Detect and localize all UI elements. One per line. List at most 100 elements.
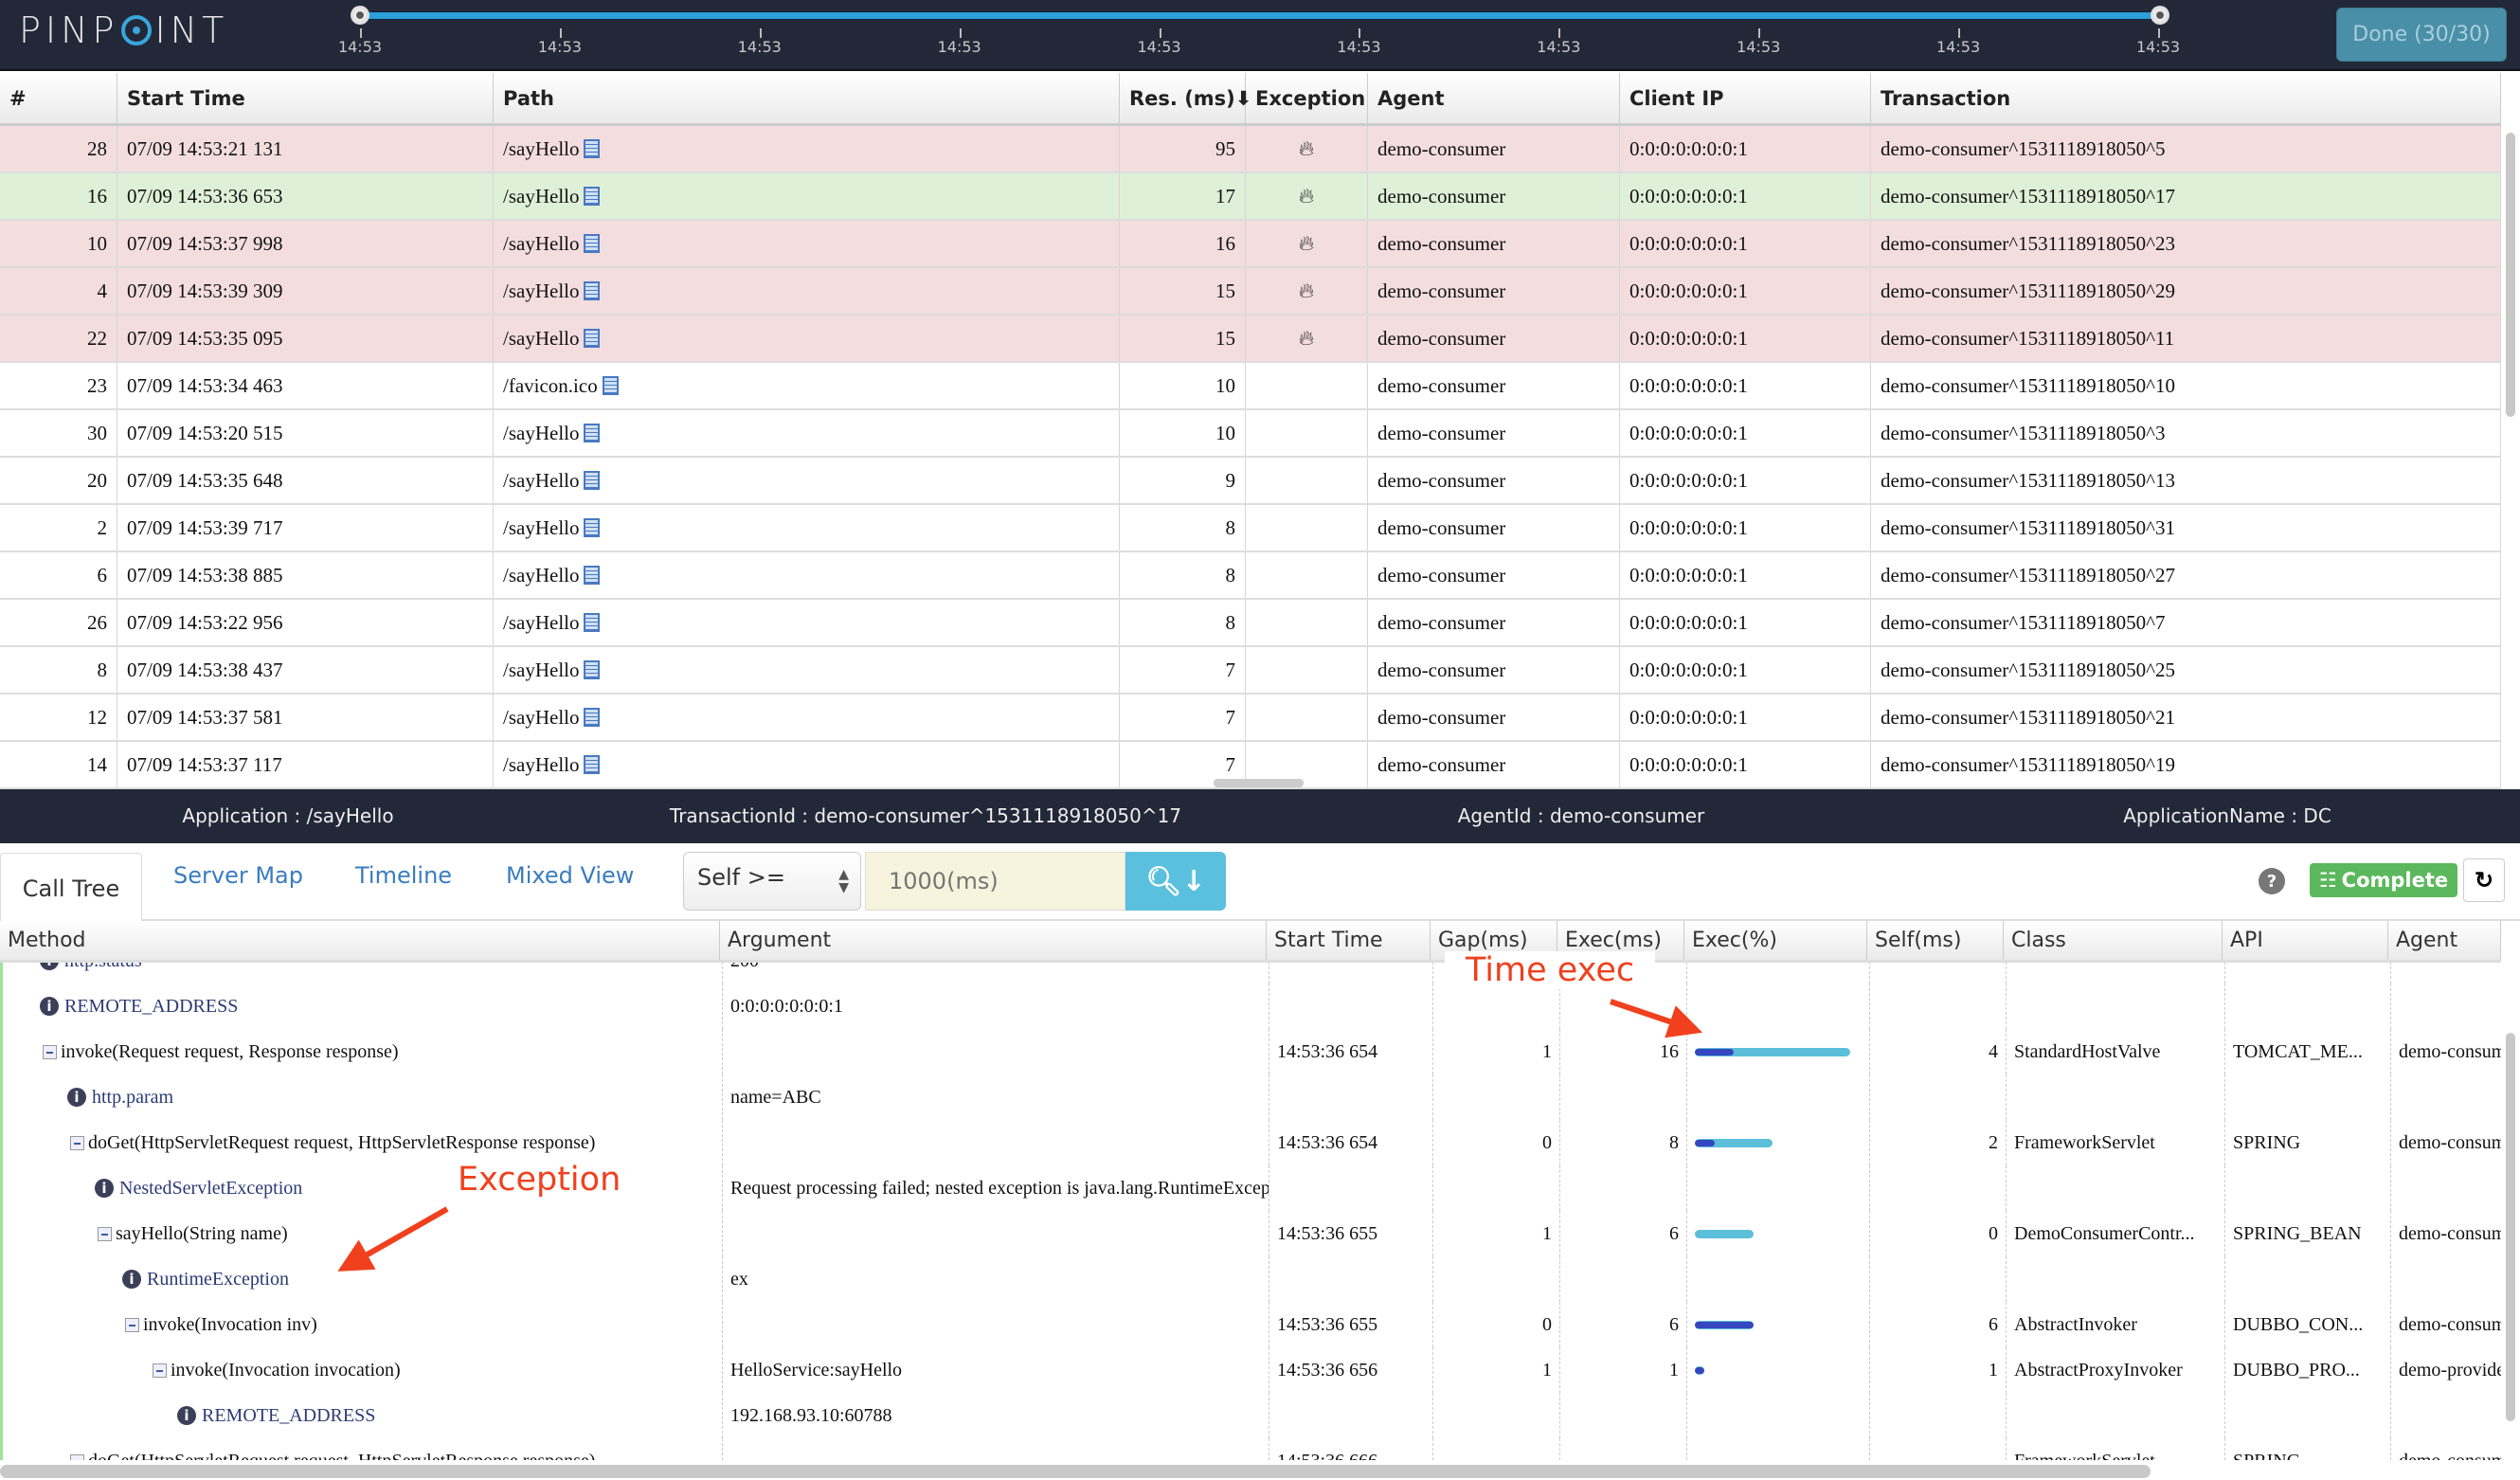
cell-transaction[interactable]: demo-consumer^1531118918050^31 xyxy=(1871,505,2501,550)
complete-button[interactable]: ☷ Complete xyxy=(2310,863,2457,897)
document-icon[interactable] xyxy=(584,613,601,632)
document-icon[interactable] xyxy=(584,471,601,490)
column-header[interactable]: # xyxy=(0,73,117,123)
filter-mode-select[interactable]: Self >= ▲ ▼ xyxy=(683,852,861,911)
column-header[interactable]: Method xyxy=(0,921,720,960)
call-tree-row[interactable]: doGet(HttpServletRequest request, HttpSe… xyxy=(3,1120,2501,1165)
document-icon[interactable] xyxy=(584,139,601,158)
column-header[interactable]: Start Time xyxy=(117,73,494,123)
column-header[interactable]: Path xyxy=(494,73,1120,123)
column-header[interactable]: Client IP xyxy=(1620,73,1871,123)
column-header[interactable]: Exception xyxy=(1246,73,1368,123)
cell-path[interactable]: /sayHello xyxy=(494,458,1120,503)
document-icon[interactable] xyxy=(584,708,601,727)
table-row[interactable]: 4 07/09 14:53:39 309/sayHello 15 🔥︎ demo-con… xyxy=(0,268,2501,316)
cell-path[interactable]: /favicon.ico xyxy=(494,363,1120,408)
call-tree-row[interactable]: i http.param name=ABC xyxy=(3,1074,2501,1120)
cell-path[interactable]: /sayHello xyxy=(494,268,1120,314)
call-tree-row[interactable]: invoke(Request request, Response respons… xyxy=(3,1029,2501,1074)
cell-transaction[interactable]: demo-consumer^1531118918050^17 xyxy=(1871,173,2501,219)
cell-path[interactable]: /sayHello xyxy=(494,552,1120,598)
table-row[interactable]: 10 07/09 14:53:37 998/sayHello 16 🔥︎ demo-co… xyxy=(0,221,2501,268)
collapse-toggle-icon[interactable] xyxy=(70,1453,84,1460)
threshold-input[interactable] xyxy=(865,852,1125,911)
column-header[interactable]: Res. (ms) ⬇ xyxy=(1120,73,1251,123)
cell-path[interactable]: /sayHello xyxy=(494,742,1120,787)
column-header[interactable]: API xyxy=(2223,921,2388,960)
table-row[interactable]: 20 07/09 14:53:35 648/sayHello 9 demo-consu… xyxy=(0,458,2501,505)
table-row[interactable]: 22 07/09 14:53:35 095/sayHello 15 🔥︎ demo-co… xyxy=(0,316,2501,363)
collapse-toggle-icon[interactable] xyxy=(98,1226,112,1241)
column-header[interactable]: Argument xyxy=(720,921,1267,960)
table-row[interactable]: 30 07/09 14:53:20 515/sayHello 10 demo-cons… xyxy=(0,410,2501,458)
table-row[interactable]: 23 07/09 14:53:34 463/favicon.ico 10 demo-c… xyxy=(0,363,2501,410)
tab-timeline[interactable]: Timeline xyxy=(355,862,452,889)
cell-transaction[interactable]: demo-consumer^1531118918050^21 xyxy=(1871,695,2501,740)
table-row[interactable]: 16 07/09 14:53:36 653/sayHello 17 🔥︎ demo-co… xyxy=(0,173,2501,221)
cell-transaction[interactable]: demo-consumer^1531118918050^3 xyxy=(1871,410,2501,456)
transaction-list-vertical-scrollbar[interactable] xyxy=(2506,133,2515,417)
document-icon[interactable] xyxy=(584,755,601,774)
cell-path[interactable]: /sayHello xyxy=(494,410,1120,456)
cell-path[interactable]: /sayHello xyxy=(494,173,1120,219)
call-tree-row[interactable]: invoke(Invocation invocation) HelloServic… xyxy=(3,1347,2501,1393)
document-icon[interactable] xyxy=(584,281,601,300)
call-tree-row[interactable]: i NestedServletException Request processin… xyxy=(3,1165,2501,1211)
document-icon[interactable] xyxy=(602,376,619,395)
column-header[interactable]: Exec(%) xyxy=(1684,921,1867,960)
call-tree-row[interactable]: i http.status 200 xyxy=(3,963,2501,984)
slider-handle-end[interactable] xyxy=(2151,6,2169,25)
help-icon[interactable]: ? xyxy=(2259,868,2285,894)
collapse-toggle-icon[interactable] xyxy=(70,1135,84,1150)
collapse-toggle-icon[interactable] xyxy=(153,1363,167,1378)
cell-transaction[interactable]: demo-consumer^1531118918050^10 xyxy=(1871,363,2501,408)
cell-transaction[interactable]: demo-consumer^1531118918050^29 xyxy=(1871,268,2501,314)
cell-path[interactable]: /sayHello xyxy=(494,316,1120,361)
call-tree-row[interactable]: i RuntimeException ex xyxy=(3,1256,2501,1302)
search-next-button[interactable]: 🔍︎↓ xyxy=(1125,852,1226,911)
tab-mixed-view[interactable]: Mixed View xyxy=(506,862,634,889)
table-row[interactable]: 28 07/09 14:53:21 131/sayHello 95 🔥︎ demo-co… xyxy=(0,126,2501,173)
tab-call-tree[interactable]: Call Tree xyxy=(0,853,142,923)
cell-transaction[interactable]: demo-consumer^1531118918050^19 xyxy=(1871,742,2501,787)
cell-transaction[interactable]: demo-consumer^1531118918050^11 xyxy=(1871,316,2501,361)
cell-path[interactable]: /sayHello xyxy=(494,600,1120,645)
transaction-list-horizontal-scrollbar[interactable] xyxy=(1214,779,1304,787)
collapse-toggle-icon[interactable] xyxy=(43,1044,57,1059)
cell-transaction[interactable]: demo-consumer^1531118918050^25 xyxy=(1871,647,2501,693)
table-row[interactable]: 26 07/09 14:53:22 956/sayHello 8 demo-consu… xyxy=(0,600,2501,647)
table-row[interactable]: 8 07/09 14:53:38 437/sayHello 7 demo-consum… xyxy=(0,647,2501,695)
document-icon[interactable] xyxy=(584,329,601,348)
column-header[interactable]: Self(ms) xyxy=(1867,921,2004,960)
collapse-toggle-icon[interactable] xyxy=(125,1317,139,1332)
table-row[interactable]: 6 07/09 14:53:38 885/sayHello 8 demo-consum… xyxy=(0,552,2501,600)
slider-handle-start[interactable] xyxy=(351,6,369,25)
timeline-slider-track[interactable] xyxy=(360,12,2160,19)
cell-transaction[interactable]: demo-consumer^1531118918050^5 xyxy=(1871,126,2501,171)
column-header[interactable]: Agent xyxy=(2388,921,2501,960)
call-tree-row[interactable]: i REMOTE_ADDRESS 0:0:0:0:0:0:0:1 xyxy=(3,984,2501,1029)
call-tree-vertical-scrollbar[interactable] xyxy=(2506,1033,2515,1421)
tab-server-map[interactable]: Server Map xyxy=(173,862,303,889)
call-tree-horizontal-scrollbar[interactable] xyxy=(0,1465,2151,1478)
column-header[interactable]: Agent xyxy=(1368,73,1620,123)
document-icon[interactable] xyxy=(584,566,601,585)
cell-path[interactable]: /sayHello xyxy=(494,505,1120,550)
open-external-icon[interactable]: ↻ xyxy=(2463,858,2505,902)
done-button[interactable]: Done (30/30) xyxy=(2336,8,2507,62)
document-icon[interactable] xyxy=(584,234,601,253)
cell-path[interactable]: /sayHello xyxy=(494,647,1120,693)
table-row[interactable]: 12 07/09 14:53:37 581/sayHello 7 demo-consu… xyxy=(0,695,2501,742)
call-tree-row[interactable]: sayHello(String name) 14:53:36 655 1 6 0 Demo… xyxy=(3,1211,2501,1256)
cell-path[interactable]: /sayHello xyxy=(494,695,1120,740)
call-tree-row[interactable]: invoke(Invocation inv) 14:53:36 655 0 6 6 Abs… xyxy=(3,1302,2501,1347)
call-tree-row[interactable]: doGet(HttpServletRequest request, HttpSe… xyxy=(3,1438,2501,1460)
document-icon[interactable] xyxy=(584,424,601,442)
cell-path[interactable]: /sayHello xyxy=(494,221,1120,266)
cell-transaction[interactable]: demo-consumer^1531118918050^23 xyxy=(1871,221,2501,266)
column-header[interactable]: Class xyxy=(2004,921,2223,960)
call-tree-row[interactable]: i REMOTE_ADDRESS 192.168.93.10:60788 xyxy=(3,1393,2501,1438)
cell-transaction[interactable]: demo-consumer^1531118918050^13 xyxy=(1871,458,2501,503)
document-icon[interactable] xyxy=(584,518,601,537)
cell-transaction[interactable]: demo-consumer^1531118918050^7 xyxy=(1871,600,2501,645)
